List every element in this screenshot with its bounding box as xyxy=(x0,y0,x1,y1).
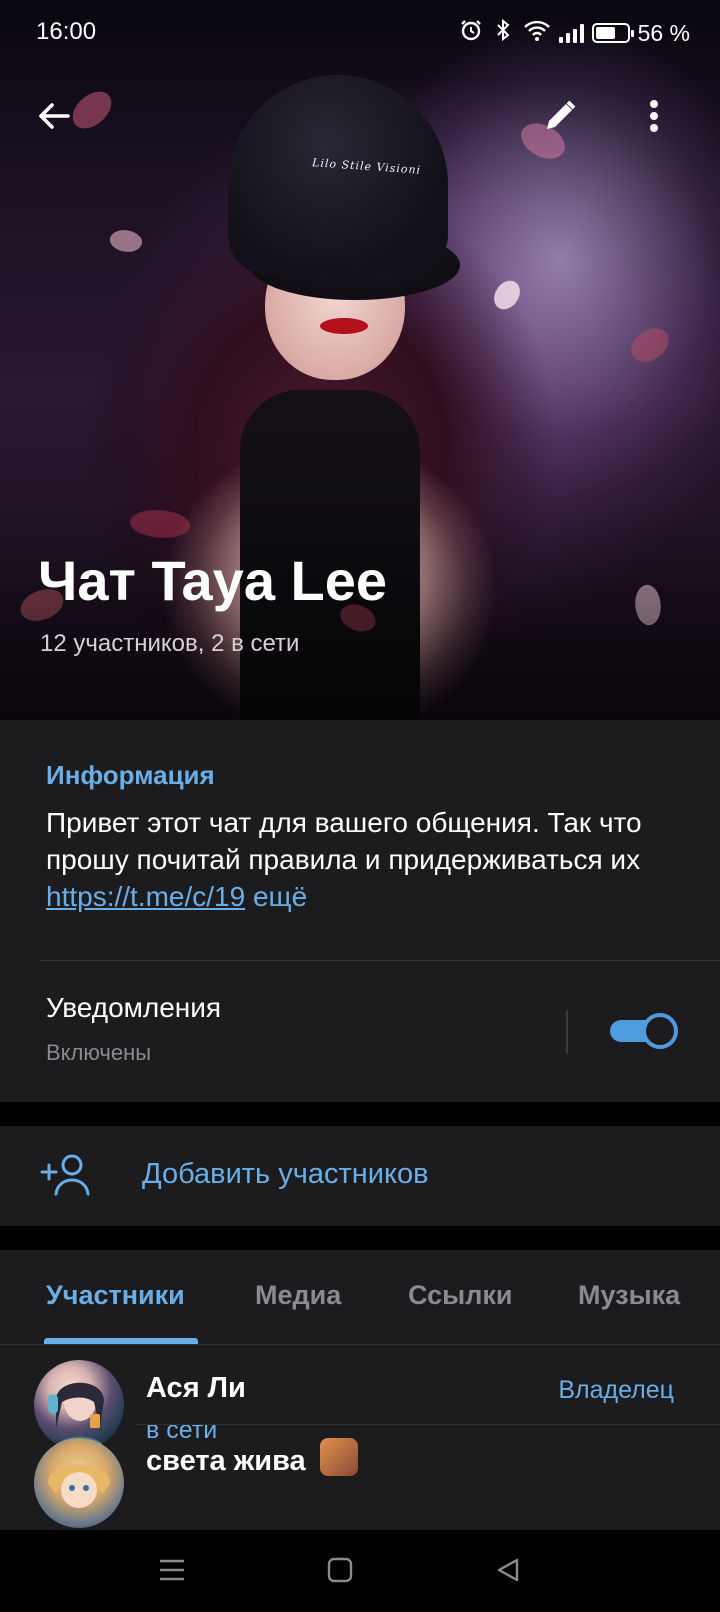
add-members-button[interactable]: Добавить участников xyxy=(0,1126,720,1226)
status-time: 16:00 xyxy=(36,18,97,45)
description-text: Привет этот чат для вашего общения. Так … xyxy=(46,807,642,875)
profile-screen: Lilo Stile Visioni 16:00 56 % Чат Taya L… xyxy=(0,0,720,1612)
arrow-left-icon xyxy=(36,98,72,139)
tab-members[interactable]: Участники xyxy=(46,1280,185,1311)
tab-links[interactable]: Ссылки xyxy=(408,1280,512,1311)
back-nav-button[interactable] xyxy=(488,1552,528,1592)
tab-media[interactable]: Медиа xyxy=(255,1280,341,1311)
back-triangle-icon xyxy=(495,1557,521,1588)
more-vertical-icon xyxy=(648,98,660,139)
member-role: Владелец xyxy=(558,1376,674,1404)
add-members-label: Добавить участников xyxy=(142,1158,429,1190)
info-section: Информация Привет этот чат для вашего об… xyxy=(0,720,720,1102)
status-bar: 16:00 56 % xyxy=(0,0,720,64)
signal-icon xyxy=(558,23,584,43)
members-section: Участники Медиа Ссылки Музыка Ася Ли в с… xyxy=(0,1250,720,1530)
notifications-status: Включены xyxy=(46,1040,152,1065)
vertical-separator xyxy=(566,1010,568,1054)
info-heading: Информация xyxy=(46,760,215,790)
alarm-icon xyxy=(459,18,483,48)
battery-icon xyxy=(591,23,634,43)
info-description: Привет этот чат для вашего общения. Так … xyxy=(46,804,686,915)
wifi-icon xyxy=(523,18,551,48)
show-more-link[interactable]: ещё xyxy=(245,881,307,912)
emoji-icon xyxy=(319,1438,358,1476)
recent-apps-button[interactable] xyxy=(152,1552,192,1592)
pencil-icon xyxy=(542,98,578,139)
battery-percent: 56 % xyxy=(637,19,690,46)
chat-title: Чат Taya Lee xyxy=(38,549,388,612)
more-menu-button[interactable] xyxy=(626,90,682,146)
home-square-icon xyxy=(327,1557,353,1588)
member-name: света жива xyxy=(146,1438,358,1478)
notifications-toggle[interactable] xyxy=(610,1013,678,1049)
back-button[interactable] xyxy=(26,90,82,146)
system-nav-bar xyxy=(0,1530,720,1612)
tab-music[interactable]: Музыка xyxy=(578,1280,680,1311)
divider xyxy=(40,960,720,961)
member-row[interactable]: света жива xyxy=(0,1428,720,1538)
notifications-label[interactable]: Уведомления xyxy=(46,992,221,1024)
member-name: Ася Ли xyxy=(146,1372,246,1404)
tab-bar: Участники Медиа Ссылки Музыка xyxy=(0,1250,720,1344)
chat-member-count: 12 участников, 2 в сети xyxy=(40,630,300,657)
home-button[interactable] xyxy=(320,1552,360,1592)
description-link[interactable]: https://t.me/c/19 xyxy=(46,881,245,912)
edit-button[interactable] xyxy=(532,90,588,146)
menu-icon xyxy=(158,1558,186,1587)
add-user-icon xyxy=(40,1152,92,1198)
bluetooth-icon xyxy=(491,18,515,48)
avatar[interactable] xyxy=(34,1438,124,1528)
